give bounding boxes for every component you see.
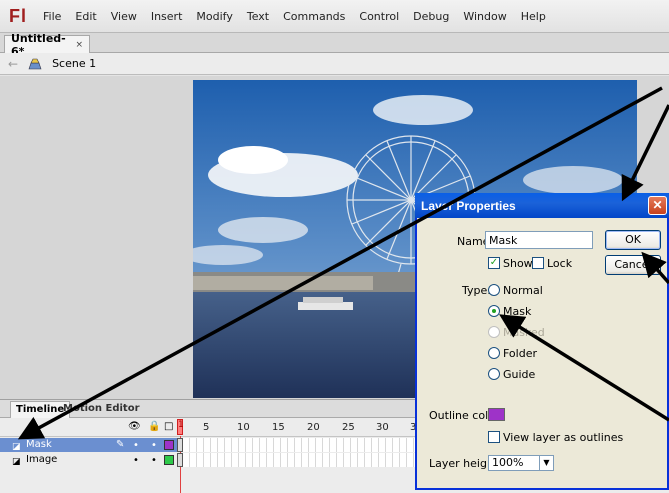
type-folder-label: Folder (503, 347, 537, 360)
menu-view[interactable]: View (104, 0, 144, 33)
menu-file[interactable]: File (36, 0, 68, 33)
outline-icon[interactable]: □ (164, 421, 173, 432)
layer-properties-dialog: Layer Properties ✕ Name: OK Cancel ✓ Sho… (415, 193, 669, 490)
masked-layer-icon: ◪ (12, 457, 21, 467)
type-label: Type: (462, 284, 491, 297)
show-checkbox[interactable]: ✓ (488, 257, 500, 269)
type-mask-label: Mask (503, 305, 532, 318)
type-mask-radio[interactable] (488, 305, 500, 317)
mask-layer-icon: ◪ (12, 442, 21, 452)
menu-debug[interactable]: Debug (406, 0, 456, 33)
type-masked-radio (488, 326, 500, 338)
menu-edit[interactable]: Edit (68, 0, 103, 33)
type-normal-label: Normal (503, 284, 543, 297)
menu-control[interactable]: Control (352, 0, 406, 33)
menu-help[interactable]: Help (514, 0, 553, 33)
lock-label: Lock (547, 257, 573, 270)
lock-icon[interactable]: 🔒 (148, 421, 160, 432)
dialog-titlebar[interactable]: Layer Properties ✕ (415, 193, 669, 218)
frame-number: 20 (307, 422, 320, 433)
menu-bar: Fl File Edit View Insert Modify Text Com… (0, 0, 669, 33)
view-outlines-label: View layer as outlines (503, 431, 624, 444)
scene-label: Scene 1 (52, 57, 97, 70)
close-icon[interactable]: ✕ (648, 196, 667, 215)
tab-motion-editor[interactable]: Motion Editor (58, 401, 145, 418)
layer-label-cell[interactable]: ◪ Mask ✎ • • (0, 438, 177, 452)
keyframe[interactable] (177, 453, 183, 467)
show-label: Show (503, 257, 533, 270)
frame-number: 15 (272, 422, 285, 433)
type-guide-radio[interactable] (488, 368, 500, 380)
type-guide-label: Guide (503, 368, 536, 381)
eye-icon[interactable]: 👁 (128, 421, 141, 432)
layer-color-swatch[interactable] (164, 455, 174, 465)
lock-dot[interactable]: • (151, 439, 157, 453)
visibility-dot[interactable]: • (133, 454, 139, 468)
type-folder-radio[interactable] (488, 347, 500, 359)
lock-checkbox[interactable] (532, 257, 544, 269)
menu-insert[interactable]: Insert (144, 0, 190, 33)
menu-text[interactable]: Text (240, 0, 276, 33)
layer-name: Image (26, 454, 58, 465)
close-tab-icon[interactable]: × (75, 40, 83, 50)
outline-color-swatch[interactable] (488, 408, 505, 421)
name-input[interactable] (485, 231, 593, 249)
menu-modify[interactable]: Modify (189, 0, 239, 33)
lock-dot[interactable]: • (151, 454, 157, 468)
layer-color-swatch[interactable] (164, 440, 174, 450)
scene-icon (28, 58, 42, 70)
cancel-button[interactable]: Cancel (605, 255, 661, 275)
layer-name: Mask (26, 439, 52, 450)
layer-height-select[interactable]: 100% ▼ (488, 455, 554, 471)
scene-bar: ← Scene 1 (0, 53, 669, 75)
type-normal-radio[interactable] (488, 284, 500, 296)
back-arrow-icon[interactable]: ← (8, 57, 18, 71)
flash-logo: Fl (9, 5, 27, 26)
type-masked-label: Masked (503, 326, 545, 339)
ok-button[interactable]: OK (605, 230, 661, 250)
document-tab[interactable]: Untitled-6* × (4, 32, 90, 58)
menu-commands[interactable]: Commands (276, 0, 352, 33)
visibility-dot[interactable]: • (133, 439, 139, 453)
document-tab-bar: Untitled-6* × (0, 32, 669, 58)
layer-height-value: 100% (492, 456, 524, 469)
menu-window[interactable]: Window (456, 0, 513, 33)
view-outlines-checkbox[interactable] (488, 431, 500, 443)
pencil-icon: ✎ (116, 439, 125, 450)
keyframe[interactable] (177, 438, 183, 452)
frame-number: 30 (376, 422, 389, 433)
frame-number: 25 (342, 422, 355, 433)
layer-label-cell[interactable]: ◪ Image • • (0, 453, 177, 467)
dialog-title: Layer Properties (421, 198, 516, 213)
playhead-frame: 1 (178, 420, 184, 430)
frame-number: 10 (237, 422, 250, 433)
frame-number: 5 (203, 422, 210, 433)
chevron-down-icon[interactable]: ▼ (539, 456, 553, 470)
